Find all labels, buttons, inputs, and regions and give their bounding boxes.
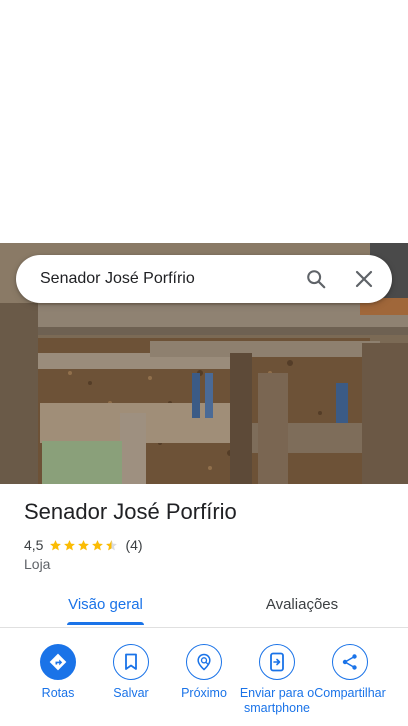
rating-row[interactable]: 4,5 (4) [24,536,143,554]
tab-reviews[interactable]: Avaliações [232,582,372,627]
action-row: Rotas Salvar Próximo Enviar para o smart… [0,644,408,726]
bookmark-icon[interactable] [113,644,149,680]
nearby-label: Próximo [181,686,227,700]
place-category: Loja [24,556,51,572]
review-count: (4) [125,537,143,553]
send-to-phone-button[interactable]: Enviar para o smartphone [239,644,315,716]
rating-stars [49,539,119,552]
tab-indicator [67,622,144,625]
tab-overview[interactable]: Visão geral [55,582,156,627]
star-icon [92,539,104,550]
directions-icon[interactable] [40,644,76,680]
rating-value: 4,5 [24,537,44,553]
map-area[interactable] [0,0,408,243]
share-button[interactable]: Compartilhar [312,644,388,701]
nearby-icon[interactable] [186,644,222,680]
search-bar[interactable]: Senador José Porfírio [16,255,392,303]
share-label: Compartilhar [314,686,386,700]
star-icon [64,539,76,550]
place-title: Senador José Porfírio [24,499,237,524]
search-icon[interactable] [292,255,340,303]
nearby-button[interactable]: Próximo [166,644,242,701]
star-half-icon [106,539,118,550]
star-icon [50,539,62,550]
send-to-phone-label: Enviar para o smartphone [239,686,315,715]
tab-bar: Visão geral Avaliações [0,582,408,628]
close-icon[interactable] [340,255,388,303]
directions-button[interactable]: Rotas [20,644,96,701]
send-to-phone-icon[interactable] [259,644,295,680]
search-query[interactable]: Senador José Porfírio [16,270,292,288]
save-label: Salvar [113,686,149,700]
share-icon[interactable] [332,644,368,680]
star-icon [78,539,90,550]
directions-label: Rotas [41,686,75,700]
save-button[interactable]: Salvar [93,644,169,701]
